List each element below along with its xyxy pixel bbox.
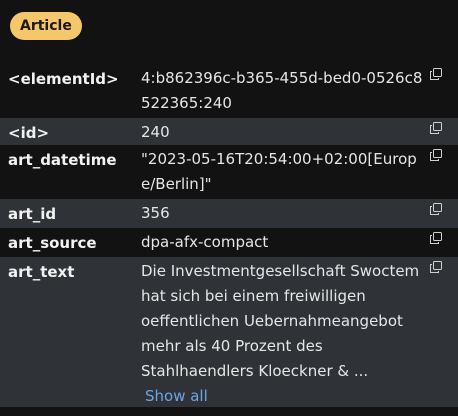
property-row-art-datetime: art_datetime "2023-05-16T20:54:00+02:00[…: [0, 145, 458, 199]
property-key: art_id: [8, 205, 57, 223]
property-key: art_source: [8, 234, 97, 252]
property-value: 240: [141, 123, 170, 141]
property-key: <id>: [8, 124, 50, 142]
property-value-container: Die Investmentgesellschaft Swoctem hat s…: [141, 259, 423, 409]
property-row-art-source: art_source dpa-afx-compact: [0, 228, 458, 257]
property-row-id: <id> 240: [0, 118, 458, 145]
property-row-elementid: <elementId> 4:b862396c-b365-455d-bed0-05…: [0, 64, 458, 118]
property-value: 4:b862396c-b365-455d-bed0-0526c8522365:2…: [141, 69, 423, 112]
copy-icon[interactable]: [430, 261, 442, 273]
property-value: Die Investmentgesellschaft Swoctem hat s…: [141, 262, 420, 380]
node-label-badge[interactable]: Article: [10, 12, 82, 40]
property-value: 356: [141, 204, 170, 222]
copy-icon[interactable]: [430, 149, 442, 161]
show-all-link[interactable]: Show all: [141, 387, 208, 405]
copy-icon[interactable]: [430, 232, 442, 244]
property-key: <elementId>: [8, 70, 119, 88]
copy-icon[interactable]: [430, 68, 442, 80]
property-row-art-id: art_id 356: [0, 199, 458, 228]
properties-table: <elementId> 4:b862396c-b365-455d-bed0-05…: [0, 64, 458, 407]
property-value: dpa-afx-compact: [141, 233, 269, 251]
property-value: "2023-05-16T20:54:00+02:00[Europe/Berlin…: [141, 150, 417, 193]
copy-icon[interactable]: [430, 122, 442, 134]
copy-icon[interactable]: [430, 203, 442, 215]
property-row-art-text: art_text Die Investmentgesellschaft Swoc…: [0, 257, 458, 407]
node-label-area: Article: [10, 12, 82, 40]
property-key: art_text: [8, 263, 75, 281]
property-key: art_datetime: [8, 151, 117, 169]
